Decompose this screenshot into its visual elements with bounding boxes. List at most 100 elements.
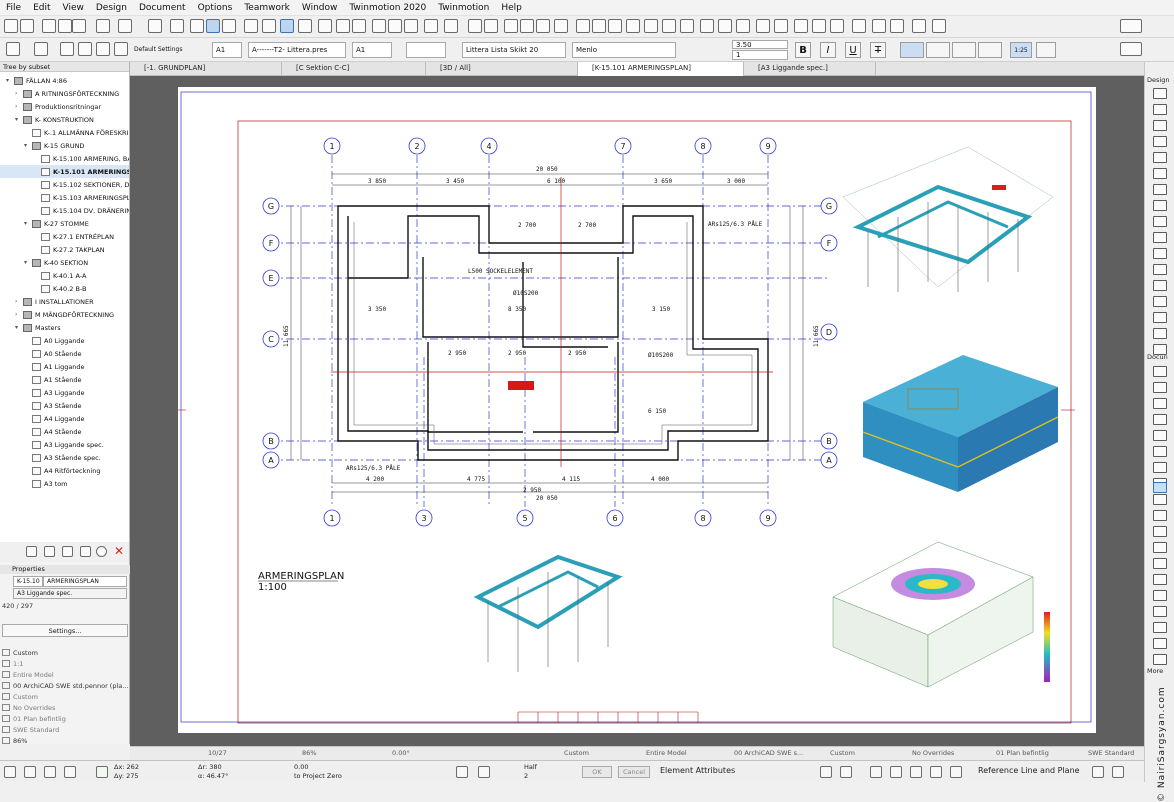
- toolbar-tool-icon[interactable]: [774, 19, 788, 33]
- toolbox-tool-icon[interactable]: [1153, 136, 1167, 147]
- expand-arrow-icon[interactable]: ▾: [15, 116, 23, 123]
- navigator-item[interactable]: K-15.101 ARMERINGSPLAN: [0, 165, 129, 178]
- toolbox-tool-icon[interactable]: [1153, 88, 1167, 99]
- angle-value[interactable]: α: 46.47°: [198, 772, 228, 780]
- navigator-item[interactable]: A3 Stående: [0, 399, 129, 412]
- navigator-item[interactable]: K-15.103 ARMERINGSPLAN G: [0, 191, 129, 204]
- toolbar-tool-icon[interactable]: [318, 19, 332, 33]
- expand-arrow-icon[interactable]: ▾: [6, 77, 14, 84]
- text-style-field[interactable]: Littera Lista Skikt 20: [462, 42, 566, 58]
- section-marker[interactable]: [508, 381, 534, 390]
- toolbar-tool-icon[interactable]: [890, 19, 904, 33]
- toolbar-tool-icon[interactable]: [504, 19, 518, 33]
- navigator-item[interactable]: A1 Stående: [0, 373, 129, 386]
- toolbox-tool-icon[interactable]: [1153, 280, 1167, 291]
- pan-icon[interactable]: [950, 766, 962, 778]
- toolbox-tool-icon[interactable]: [1153, 462, 1167, 473]
- navigator-item[interactable]: K-27.1 ENTRÉPLAN: [0, 230, 129, 243]
- toolbox-tool-icon[interactable]: [1153, 510, 1167, 521]
- toolbar-tool-icon[interactable]: [352, 19, 366, 33]
- font-field[interactable]: Menlo: [572, 42, 676, 58]
- toolbar-tool-icon[interactable]: [4, 19, 18, 33]
- toolbar-tool-icon[interactable]: [20, 19, 34, 33]
- property-row[interactable]: 00 ArchiCAD SWE std.pennor (pla...: [2, 680, 128, 691]
- navigator-item[interactable]: A3 Liggande spec.: [0, 438, 129, 451]
- arrow-icon[interactable]: [34, 42, 48, 56]
- navigator-item[interactable]: A1 Liggande: [0, 360, 129, 373]
- toolbar-tool-icon[interactable]: [336, 19, 350, 33]
- graphic-override[interactable]: Custom: [830, 749, 855, 757]
- menu-document[interactable]: Document: [133, 3, 192, 13]
- pen-set[interactable]: 00 ArchiCAD SWE s...: [734, 749, 803, 757]
- property-row[interactable]: Custom: [2, 647, 126, 658]
- toolbar-tool-icon[interactable]: [262, 19, 276, 33]
- snap-icon[interactable]: [4, 766, 16, 778]
- navigator-item[interactable]: K-15.102 SEKTIONER, DETALJ: [0, 178, 129, 191]
- drawing-sheet[interactable]: 20 050 20 050 3 850 3 450 6 100 3 650 3 …: [178, 87, 1096, 733]
- anchor-field[interactable]: [406, 42, 446, 58]
- zero-value[interactable]: 0.00: [294, 763, 308, 771]
- toolbox-tool-icon[interactable]: [1153, 398, 1167, 409]
- navigator-item[interactable]: A4 Ritförteckning: [0, 464, 129, 477]
- align-justify-button[interactable]: [978, 42, 1002, 58]
- geometry-icon[interactable]: [78, 42, 92, 56]
- navigator-item[interactable]: ▾ Masters: [0, 321, 129, 334]
- navigator-item[interactable]: ▾ K-27 STOMME: [0, 217, 129, 230]
- toolbox-tool-icon[interactable]: [1153, 248, 1167, 259]
- expand-arrow-icon[interactable]: ▾: [15, 324, 23, 331]
- toolbox-tool-icon[interactable]: [1153, 638, 1167, 649]
- toolbox-tool-icon[interactable]: [1153, 622, 1167, 633]
- workspace-icon[interactable]: [1120, 19, 1142, 33]
- toolbar-tool-icon[interactable]: [576, 19, 590, 33]
- toolbar-tool-icon[interactable]: [644, 19, 658, 33]
- toolbox-tool-icon[interactable]: [1153, 328, 1167, 339]
- measure-icon[interactable]: [478, 766, 490, 778]
- toolbox-tool-icon[interactable]: [1153, 296, 1167, 307]
- scale-toggle-button[interactable]: [1036, 42, 1056, 58]
- toolbox-tool-icon[interactable]: [1153, 414, 1167, 425]
- reference-line-dropdown[interactable]: Reference Line and Plane: [978, 766, 1080, 775]
- menu-file[interactable]: File: [0, 3, 27, 13]
- toolbox-tool-icon[interactable]: [1153, 574, 1167, 585]
- toolbar-tool-icon[interactable]: [932, 19, 946, 33]
- property-row[interactable]: SWE Standard: [2, 724, 126, 735]
- toolbar-tool-icon[interactable]: [852, 19, 866, 33]
- toolbox-tool-icon[interactable]: [1153, 366, 1167, 377]
- navigator-item[interactable]: A3 tom: [0, 477, 129, 490]
- property-row[interactable]: No Overrides: [2, 702, 126, 713]
- navigator-item[interactable]: K-15.104 DV, DRÄNERING: [0, 204, 129, 217]
- model-view-option[interactable]: Entire Model: [646, 749, 687, 757]
- toolbox-tool-icon[interactable]: [1153, 446, 1167, 457]
- toolbar-tool-icon[interactable]: [468, 19, 482, 33]
- italic-button[interactable]: I: [820, 42, 836, 58]
- expand-arrow-icon[interactable]: ›: [15, 298, 23, 305]
- new-layout-icon[interactable]: [26, 546, 37, 557]
- renovation-filter[interactable]: 01 Plan befintlig: [996, 749, 1049, 757]
- property-row[interactable]: 01 Plan befintlig: [2, 713, 126, 724]
- cancel-button[interactable]: Cancel: [618, 766, 650, 778]
- toolbox-tool-icon[interactable]: [1153, 152, 1167, 163]
- toolbar-tool-icon[interactable]: [680, 19, 694, 33]
- toolbox-tool-icon[interactable]: [1153, 184, 1167, 195]
- menu-view[interactable]: View: [57, 3, 90, 13]
- toolbar-tool-icon[interactable]: [812, 19, 826, 33]
- geometry-icon[interactable]: [114, 42, 128, 56]
- layer-icon[interactable]: [820, 766, 832, 778]
- toolbar-tool-icon[interactable]: [96, 19, 110, 33]
- zoom-in-icon[interactable]: [870, 766, 882, 778]
- bold-button[interactable]: B: [795, 42, 811, 58]
- toolbar-tool-icon[interactable]: [372, 19, 386, 33]
- underline-button[interactable]: U: [845, 42, 861, 58]
- toolbar-tool-icon[interactable]: [222, 19, 236, 33]
- toolbar-tool-icon[interactable]: [700, 19, 714, 33]
- layout-id-field[interactable]: K-15.10: [13, 576, 43, 587]
- navigator-item[interactable]: › I INSTALLATIONER: [0, 295, 129, 308]
- navigator-item[interactable]: › M MÄNGDFÖRTECKNING: [0, 308, 129, 321]
- navigator-item[interactable]: › Produktionsritningar: [0, 100, 129, 113]
- toolbox-tool-icon[interactable]: [1153, 606, 1167, 617]
- geometry-icon[interactable]: [60, 42, 74, 56]
- scale-button[interactable]: 1:25: [1010, 42, 1032, 58]
- element-attributes-dropdown[interactable]: Element Attributes: [660, 766, 735, 775]
- toolbox-tool-icon[interactable]: [1153, 264, 1167, 275]
- tab-a3-liggande[interactable]: [A3 Liggande spec.]: [744, 62, 876, 76]
